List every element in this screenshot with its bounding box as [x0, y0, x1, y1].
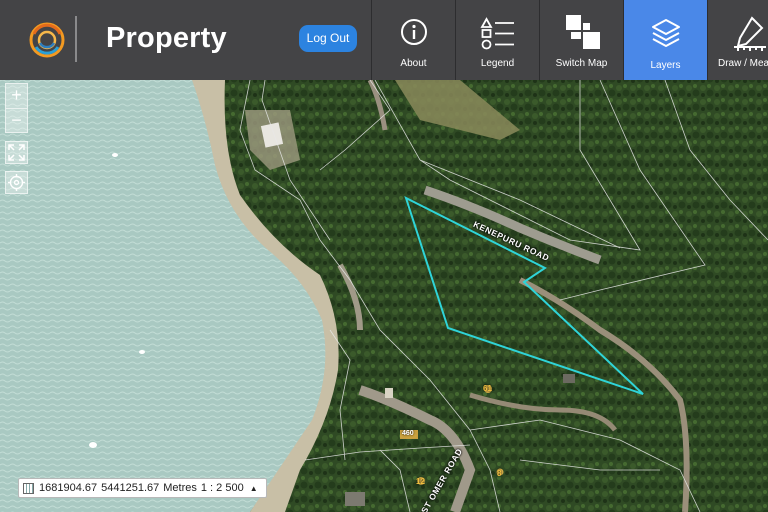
- toolbar-draw-measure-label: Draw / Meas: [718, 58, 768, 69]
- coordinate-readout[interactable]: 1681904.67 5441251.67 Metres 1 : 2 500 ▲: [18, 478, 267, 498]
- crosshair-icon: [8, 174, 25, 191]
- toolbar-layers-label: Layers: [650, 60, 681, 71]
- toolbar-draw-measure[interactable]: Draw / Meas: [707, 0, 768, 80]
- northing-value: 5441251.67: [101, 482, 160, 494]
- zoom-control: + −: [5, 83, 28, 133]
- full-extent-button[interactable]: [5, 141, 28, 164]
- scale-value: 1 : 2 500: [200, 482, 244, 494]
- toolbar: About Legend Switch Map Layers Draw / Me…: [371, 0, 768, 80]
- units-label: Metres: [163, 482, 197, 494]
- header-divider: [75, 16, 77, 62]
- parcel-number: 8: [497, 469, 502, 478]
- map-canvas[interactable]: KENEPURU ROAD ST OMER ROAD 61 460 12 8: [0, 80, 768, 512]
- parcel-number: 460: [402, 430, 414, 437]
- toolbar-switch-map[interactable]: Switch Map: [539, 0, 623, 80]
- toolbar-about[interactable]: About: [371, 0, 455, 80]
- draw-measure-icon: [733, 16, 766, 51]
- app-logo: [29, 22, 65, 58]
- layers-icon: [651, 19, 680, 47]
- parcel-number: 12: [416, 477, 425, 486]
- zoom-out-button[interactable]: −: [6, 108, 27, 132]
- expand-icon: [8, 144, 25, 161]
- parcel-number: 61: [483, 384, 492, 393]
- app-title: Property: [106, 22, 227, 54]
- easting-value: 1681904.67: [39, 482, 98, 494]
- toolbar-layers[interactable]: Layers: [623, 0, 707, 80]
- caret-up-icon[interactable]: ▲: [250, 484, 258, 493]
- toolbar-legend-label: Legend: [480, 58, 515, 69]
- grid-icon: [23, 482, 34, 494]
- toolbar-switch-map-label: Switch Map: [555, 58, 608, 69]
- switch-map-icon: [565, 15, 600, 49]
- toolbar-legend[interactable]: Legend: [455, 0, 539, 80]
- aerial-imagery: [0, 80, 768, 512]
- info-icon: [400, 19, 427, 45]
- locate-me-button[interactable]: [5, 171, 28, 194]
- logout-button[interactable]: Log Out: [299, 25, 357, 52]
- zoom-in-button[interactable]: +: [6, 84, 27, 108]
- app-header: Property Log Out About Legend Switch Map…: [0, 0, 768, 80]
- legend-icon: [479, 17, 514, 50]
- toolbar-about-label: About: [400, 58, 427, 69]
